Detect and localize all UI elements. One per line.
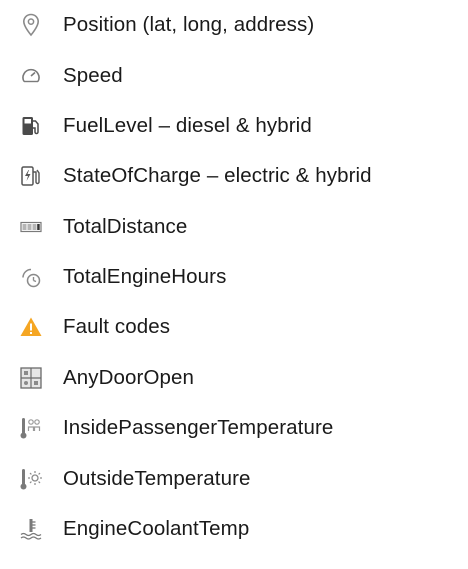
list-item-fault-codes: Fault codes [0, 307, 468, 347]
item-label: StateOfCharge – electric & hybrid [63, 164, 372, 187]
item-label: Speed [63, 64, 123, 87]
charging-station-icon [18, 163, 44, 189]
item-label: EngineCoolantTemp [63, 517, 250, 540]
item-label: AnyDoorOpen [63, 366, 195, 389]
odometer-icon [18, 214, 44, 240]
item-label: FuelLevel – diesel & hybrid [63, 114, 312, 137]
fuel-pump-icon [18, 113, 44, 139]
passenger-temperature-icon [18, 415, 44, 441]
signal-list: Position (lat, long, address) Speed Fuel… [0, 0, 468, 569]
list-item-inside-passenger-temperature: InsidePassengerTemperature [0, 408, 468, 448]
list-item-fuel-level: FuelLevel – diesel & hybrid [0, 106, 468, 146]
list-item-any-door-open: AnyDoorOpen [0, 358, 468, 398]
list-item-speed: Speed [0, 56, 468, 96]
item-label: Position (lat, long, address) [63, 13, 315, 36]
item-label: TotalEngineHours [63, 265, 227, 288]
engine-hours-timer-icon [18, 264, 44, 290]
list-item-state-of-charge: StateOfCharge – electric & hybrid [0, 156, 468, 196]
list-item-total-distance: TotalDistance [0, 207, 468, 247]
warning-triangle-icon [18, 314, 44, 340]
outside-temperature-icon [18, 466, 44, 492]
item-label: OutsideTemperature [63, 467, 251, 490]
speedometer-icon [18, 63, 44, 89]
list-item-outside-temperature: OutsideTemperature [0, 459, 468, 499]
list-item-total-engine-hours: TotalEngineHours [0, 257, 468, 297]
list-item-engine-coolant-temp: EngineCoolantTemp [0, 509, 468, 549]
coolant-temperature-icon [18, 516, 44, 542]
door-open-icon [18, 365, 44, 391]
list-item-position: Position (lat, long, address) [0, 5, 468, 45]
item-label: InsidePassengerTemperature [63, 416, 334, 439]
location-pin-icon [18, 12, 44, 38]
item-label: TotalDistance [63, 215, 188, 238]
item-label: Fault codes [63, 315, 171, 338]
